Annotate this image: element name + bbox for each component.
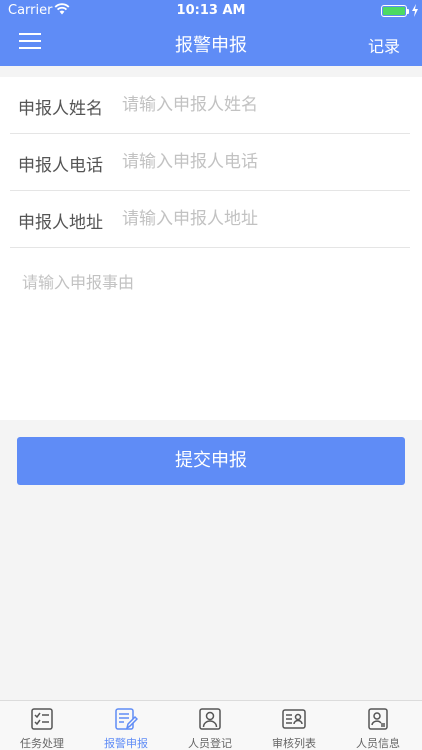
record-button[interactable]: 记录 <box>368 33 400 57</box>
tab-review-list[interactable]: 审核列表 <box>252 701 336 750</box>
report-form: 申报人姓名 申报人电话 申报人地址 <box>0 77 422 420</box>
phone-label: 申报人电话 <box>18 156 103 176</box>
task-checklist-icon <box>31 708 53 730</box>
name-input[interactable] <box>122 89 402 121</box>
person-info-icon <box>368 708 388 730</box>
phone-row: 申报人电话 <box>10 134 410 191</box>
battery-tip <box>407 9 409 14</box>
address-row: 申报人地址 <box>10 191 410 248</box>
address-input[interactable] <box>122 203 402 235</box>
phone-input[interactable] <box>122 146 402 178</box>
tab-label: 人员登记 <box>188 737 232 750</box>
app-header: Carrier 10:13 AM 报警申报 记录 <box>0 0 422 66</box>
address-label: 申报人地址 <box>18 213 103 233</box>
tab-label: 任务处理 <box>20 737 64 750</box>
name-row: 申报人姓名 <box>10 77 410 134</box>
tab-alarm-report[interactable]: 报警申报 <box>84 701 168 750</box>
tab-person-register[interactable]: 人员登记 <box>168 701 252 750</box>
person-register-icon <box>199 708 221 730</box>
tab-label: 人员信息 <box>356 737 400 750</box>
name-label: 申报人姓名 <box>18 99 103 119</box>
charging-bolt-icon <box>412 4 418 17</box>
battery-icon <box>381 5 407 17</box>
tab-person-info[interactable]: 人员信息 <box>336 701 420 750</box>
reason-textarea[interactable] <box>22 269 402 409</box>
tab-label: 审核列表 <box>272 737 316 750</box>
review-list-icon <box>282 709 306 729</box>
report-edit-icon <box>115 708 138 730</box>
tab-label: 报警申报 <box>104 737 148 750</box>
page-title: 报警申报 <box>175 35 247 56</box>
tab-bar: 任务处理 报警申报 人员登记 审核列表 人员信息 <box>0 700 422 750</box>
submit-button[interactable]: 提交申报 <box>17 437 405 485</box>
status-bar: Carrier 10:13 AM <box>0 0 422 22</box>
tab-task-handling[interactable]: 任务处理 <box>0 701 84 750</box>
status-time: 10:13 AM <box>176 3 246 18</box>
